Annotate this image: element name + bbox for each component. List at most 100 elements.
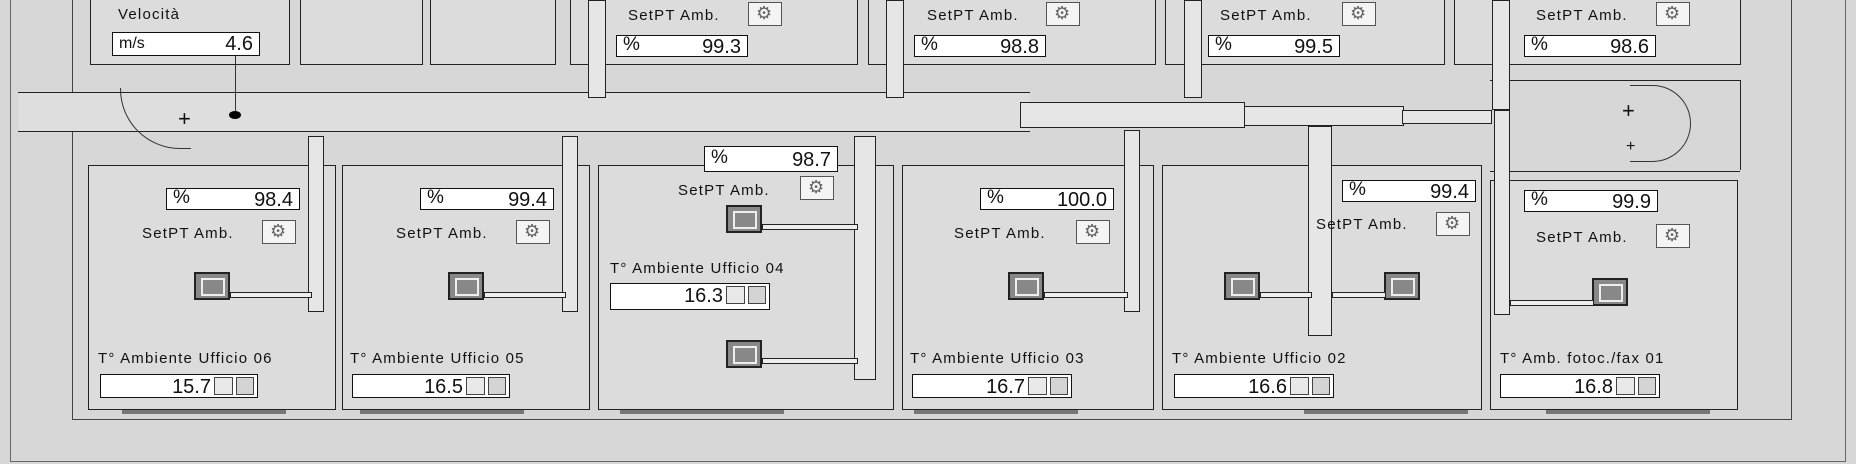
top-setpt-label: SetPT Amb. [628,7,720,24]
velocity-sensor-dot [229,111,241,119]
air-diffuser-icon[interactable] [726,340,762,368]
air-diffuser-icon[interactable] [448,272,484,300]
corridor-right [1490,80,1740,172]
office-06-temp-readout: 15.7 [100,374,258,398]
trend-chart-icon[interactable] [1028,377,1047,395]
percent-unit: % [711,147,728,168]
office-06-setpt-settings-button[interactable]: ⚙ [262,220,296,244]
window [620,410,784,414]
air-diffuser-icon[interactable] [194,272,230,300]
office-02-name: T° Ambiente Ufficio 02 [1172,350,1347,367]
details-button[interactable] [748,286,766,304]
details-button[interactable] [1638,377,1656,395]
trend-chart-icon[interactable] [214,377,233,395]
office-02-setpt-readout: % 99.4 [1342,180,1476,202]
percent-unit: % [921,34,938,55]
trend-chart-icon[interactable] [466,377,485,395]
top-setpt-settings-button[interactable]: ⚙ [1046,2,1080,26]
office-03-setpt-value: 100.0 [1056,189,1107,211]
office-05-setpt-settings-button[interactable]: ⚙ [516,220,550,244]
office-04-temp-value: 16.3 [684,285,723,307]
main-duct-segment-2 [1244,106,1404,126]
cross-mark: + [178,106,191,131]
air-diffuser-icon[interactable] [1592,278,1628,306]
duct-riser [588,0,606,98]
diffuser-connector [1044,292,1128,298]
details-button[interactable] [1312,377,1330,395]
top-setpt-value: 99.5 [1294,36,1333,58]
details-button[interactable] [488,377,506,395]
office-02-setpt-settings-button[interactable]: ⚙ [1436,212,1470,236]
duct-riser [1184,0,1202,98]
air-diffuser-icon[interactable] [1384,272,1420,300]
office-01-temp-value: 16.8 [1574,376,1613,398]
top-setpt-value: 99.3 [702,36,741,58]
diffuser-connector [1510,300,1594,306]
office-05-name: T° Ambiente Ufficio 05 [350,350,525,367]
office-06-name: T° Ambiente Ufficio 06 [98,350,273,367]
top-setpt-readout: % 98.8 [914,35,1046,57]
percent-unit: % [1349,179,1366,200]
corridor-end [1740,80,1741,170]
duct-drop [854,136,876,380]
office-06-setpt-value: 98.4 [254,189,293,211]
duct-drop [1124,130,1140,312]
percent-unit: % [1531,34,1548,55]
air-diffuser-icon[interactable] [726,205,762,233]
percent-unit: % [173,187,190,208]
diffuser-connector [1332,292,1386,298]
office-04-setpt-settings-button[interactable]: ⚙ [800,176,834,200]
top-setpt-settings-button[interactable]: ⚙ [1656,2,1690,26]
window [1546,410,1710,414]
cross-mark: + [1626,138,1636,155]
trend-chart-icon[interactable] [1290,377,1309,395]
office-01-setpt-readout: % 99.9 [1524,190,1658,212]
office-04-name: T° Ambiente Ufficio 04 [610,260,785,277]
details-button[interactable] [1050,377,1068,395]
gear-settings-icon: ⚙ [1084,221,1101,241]
top-setpt-label: SetPT Amb. [1536,7,1628,24]
window [360,410,524,414]
diffuser-connector [1260,292,1312,298]
diffuser-connector [762,224,858,230]
top-room-2 [300,0,423,65]
office-02-temp-value: 16.6 [1248,376,1287,398]
top-setpt-settings-button[interactable]: ⚙ [1342,2,1376,26]
top-setpt-readout: % 98.6 [1524,35,1656,57]
velocity-label: Velocità [118,6,181,23]
details-button[interactable] [236,377,254,395]
office-01-setpt-settings-button[interactable]: ⚙ [1656,224,1690,248]
window [1304,410,1468,414]
top-setpt-label: SetPT Amb. [927,7,1019,24]
office-02-setpt-label: SetPT Amb. [1316,216,1408,233]
velocity-value: 4.6 [225,33,253,55]
top-setpt-value: 98.6 [1610,36,1649,58]
main-duct-segment-3 [1402,110,1492,124]
window [122,410,286,414]
office-01-name: T° Amb. fotoc./fax 01 [1500,350,1665,367]
air-diffuser-icon[interactable] [1224,272,1260,300]
diffuser-connector [762,358,858,364]
gear-settings-icon: ⚙ [524,221,541,241]
trend-chart-icon[interactable] [726,286,745,304]
office-01-temp-readout: 16.8 [1500,374,1660,398]
top-setpt-label: SetPT Amb. [1220,7,1312,24]
gear-settings-icon: ⚙ [1664,3,1681,23]
duct-riser [1492,0,1510,110]
gear-settings-icon: ⚙ [1444,213,1461,233]
air-diffuser-icon[interactable] [1008,272,1044,300]
office-03-setpt-label: SetPT Amb. [954,225,1046,242]
main-duct-segment-1 [1020,102,1245,128]
office-01-setpt-label: SetPT Amb. [1536,229,1628,246]
office-03-setpt-settings-button[interactable]: ⚙ [1076,220,1110,244]
office-05-temp-value: 16.5 [424,376,463,398]
diffuser-connector [484,292,566,298]
office-06-setpt-readout: % 98.4 [166,188,300,210]
duct-riser [886,0,904,98]
office-05-setpt-value: 99.4 [508,189,547,211]
percent-unit: % [623,34,640,55]
gear-settings-icon: ⚙ [756,3,773,23]
top-setpt-settings-button[interactable]: ⚙ [748,2,782,26]
percent-unit: % [427,187,444,208]
trend-chart-icon[interactable] [1616,377,1635,395]
